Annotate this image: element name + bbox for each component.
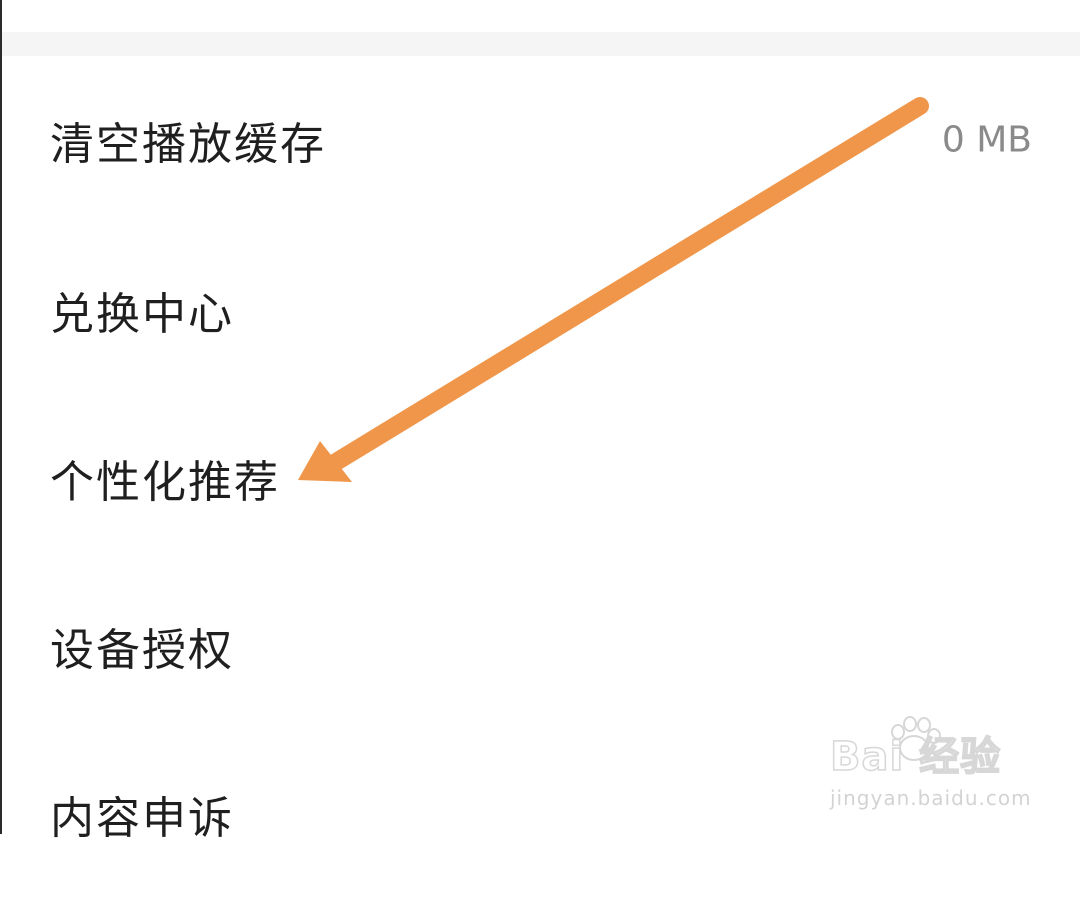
watermark-url: jingyan.baidu.com bbox=[830, 786, 1032, 810]
watermark-logo: Bai 经验 bbox=[829, 733, 1002, 781]
baidu-watermark: Bai 经验 jingyan.baidu.com bbox=[822, 716, 1032, 816]
cache-size-value: 0 MB bbox=[941, 119, 1032, 161]
setting-label: 设备授权 bbox=[50, 625, 234, 676]
setting-label: 内容申诉 bbox=[50, 793, 234, 844]
setting-personalized-recommendation[interactable]: 个性化推荐 bbox=[2, 394, 1080, 562]
section-divider bbox=[2, 32, 1080, 56]
setting-clear-play-cache[interactable]: 清空播放缓存 0 MB bbox=[2, 56, 1080, 224]
setting-redeem-center[interactable]: 兑换中心 bbox=[2, 226, 1080, 394]
setting-device-authorization[interactable]: 设备授权 bbox=[2, 562, 1080, 730]
setting-label: 清空播放缓存 bbox=[50, 119, 326, 170]
previous-section bbox=[2, 0, 1080, 32]
setting-label: 兑换中心 bbox=[50, 289, 234, 340]
setting-label: 个性化推荐 bbox=[50, 457, 280, 508]
